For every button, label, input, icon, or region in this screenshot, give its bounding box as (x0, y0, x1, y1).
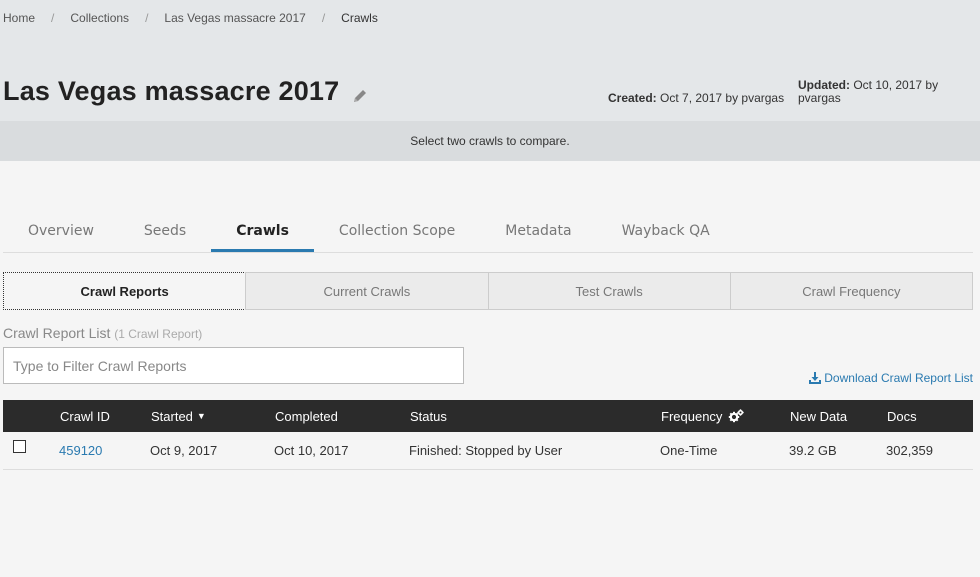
sort-desc-icon: ▼ (196, 411, 206, 421)
cell-docs: 302,359 (886, 443, 933, 458)
page-title: Las Vegas massacre 2017 (3, 76, 340, 106)
breadcrumb-current: Crawls (341, 11, 378, 25)
pencil-icon[interactable] (351, 87, 369, 105)
subtab-current-crawls[interactable]: Current Crawls (245, 272, 489, 310)
cell-new-data: 39.2 GB (789, 443, 837, 458)
col-completed[interactable]: Completed (275, 400, 338, 432)
cell-started: Oct 9, 2017 (150, 443, 218, 458)
updated-label: Updated: (798, 78, 850, 92)
tab-wayback-qa[interactable]: Wayback QA (597, 212, 735, 252)
cell-frequency: One-Time (660, 443, 718, 458)
list-count: (1 Crawl Report) (114, 327, 203, 341)
col-crawl-id[interactable]: Crawl ID (60, 400, 110, 432)
download-icon (809, 372, 822, 384)
col-docs[interactable]: Docs (887, 400, 917, 432)
compare-message: Select two crawls to compare. (410, 134, 570, 148)
collection-tabs: Overview Seeds Crawls Collection Scope M… (3, 212, 973, 253)
breadcrumb-separator: / (51, 11, 55, 25)
download-crawl-report-list-link[interactable]: Download Crawl Report List (809, 371, 973, 385)
breadcrumb-home[interactable]: Home (3, 11, 35, 25)
tab-collection-scope[interactable]: Collection Scope (314, 212, 480, 252)
tab-metadata[interactable]: Metadata (480, 212, 596, 252)
breadcrumb-separator: / (321, 11, 326, 25)
col-frequency-label: Frequency (661, 408, 723, 424)
subtab-crawl-reports[interactable]: Crawl Reports (3, 272, 247, 310)
download-link-label: Download Crawl Report List (824, 371, 973, 385)
tab-overview[interactable]: Overview (3, 212, 119, 252)
tab-seeds[interactable]: Seeds (119, 212, 211, 252)
row-select-checkbox[interactable] (13, 440, 26, 453)
table-row: 459120 Oct 9, 2017 Oct 10, 2017 Finished… (3, 432, 973, 470)
crawl-id-link[interactable]: 459120 (59, 443, 102, 458)
col-status[interactable]: Status (410, 400, 447, 432)
breadcrumb: Home / Collections / Las Vegas massacre … (3, 11, 378, 25)
col-started-label: Started (151, 408, 193, 424)
created-label: Created: (608, 91, 657, 105)
created-info: Created: Oct 7, 2017 by pvargas (608, 91, 784, 105)
cell-status: Finished: Stopped by User (409, 443, 563, 458)
subtab-test-crawls[interactable]: Test Crawls (487, 272, 731, 310)
gears-icon[interactable] (728, 409, 745, 423)
filter-input[interactable] (3, 347, 464, 384)
breadcrumb-collections[interactable]: Collections (70, 11, 129, 25)
cell-completed: Oct 10, 2017 (274, 443, 349, 458)
breadcrumb-separator: / (145, 11, 149, 25)
crawl-subtabs: Crawl Reports Current Crawls Test Crawls… (3, 272, 973, 310)
crawl-report-list-heading: Crawl Report List (1 Crawl Report) (3, 325, 202, 341)
table-header: Crawl ID Started ▼ Completed Status Freq… (3, 400, 973, 432)
list-heading-text: Crawl Report List (3, 325, 111, 341)
updated-info: Updated: Oct 10, 2017 by pvargas (798, 79, 968, 105)
tab-crawls[interactable]: Crawls (211, 212, 314, 252)
col-started[interactable]: Started ▼ (151, 400, 206, 432)
col-frequency[interactable]: Frequency (661, 400, 745, 432)
col-new-data[interactable]: New Data (790, 400, 847, 432)
subtab-crawl-frequency[interactable]: Crawl Frequency (729, 272, 973, 310)
compare-banner: Select two crawls to compare. (0, 121, 980, 161)
breadcrumb-collection[interactable]: Las Vegas massacre 2017 (164, 11, 305, 25)
created-value: Oct 7, 2017 by pvargas (660, 91, 785, 105)
